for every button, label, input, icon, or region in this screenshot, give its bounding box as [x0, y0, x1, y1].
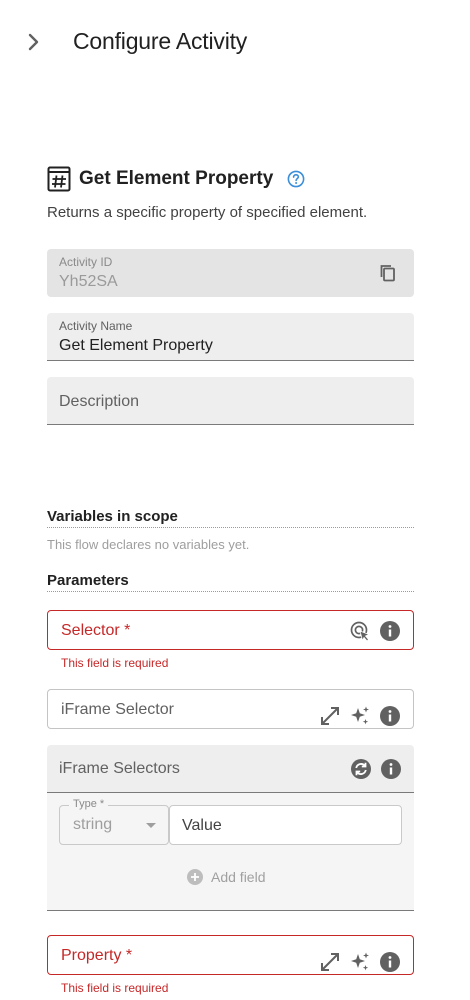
selector-label: Selector *	[61, 622, 131, 639]
variables-note: This flow declares no variables yet.	[47, 537, 250, 552]
panel-header: Configure Activity	[0, 0, 470, 84]
copy-icon[interactable]	[378, 263, 398, 283]
info-icon[interactable]	[379, 620, 401, 642]
sync-icon[interactable]	[350, 758, 372, 780]
activity-header: Get Element Property	[47, 165, 305, 193]
type-select[interactable]: Type * string	[59, 798, 169, 845]
type-value: string	[73, 816, 113, 833]
caret-down-icon[interactable]	[146, 823, 156, 828]
target-cursor-icon[interactable]	[349, 620, 371, 642]
info-icon[interactable]	[379, 951, 401, 973]
property-field[interactable]: Property *	[47, 935, 414, 975]
iframe-selectors-label: iFrame Selectors	[59, 760, 180, 777]
add-circle-icon	[187, 869, 203, 885]
activity-name-field[interactable]: Activity Name Get Element Property	[47, 313, 414, 361]
parameters-section-title: Parameters	[47, 572, 414, 592]
variables-section-title: Variables in scope	[47, 508, 414, 528]
selector-field[interactable]: Selector *	[47, 610, 414, 650]
expand-icon[interactable]	[319, 705, 341, 727]
activity-description: Returns a specific property of specified…	[47, 204, 368, 221]
activity-name-label: Activity Name	[59, 319, 133, 333]
description-placeholder: Description	[59, 393, 140, 410]
iframe-selector-label: iFrame Selector	[61, 701, 174, 718]
type-label: Type *	[69, 798, 109, 810]
info-icon[interactable]	[379, 705, 401, 727]
chevron-right-icon[interactable]	[24, 30, 44, 54]
property-error: This field is required	[61, 981, 169, 995]
add-field-button[interactable]: Add field	[187, 869, 265, 885]
property-label: Property *	[61, 947, 133, 964]
selector-error: This field is required	[61, 656, 169, 670]
expand-icon[interactable]	[319, 951, 341, 973]
iframe-selector-field[interactable]: iFrame Selector	[47, 689, 414, 729]
info-icon[interactable]	[380, 758, 402, 780]
activity-title: Get Element Property	[79, 168, 274, 189]
add-field-label: Add field	[211, 869, 266, 885]
help-circle-icon[interactable]	[287, 170, 305, 188]
activity-name-value[interactable]: Get Element Property	[59, 337, 213, 355]
iframe-selectors-header: iFrame Selectors	[47, 745, 414, 793]
sparkle-icon[interactable]	[349, 951, 371, 973]
page-title: Configure Activity	[73, 28, 248, 54]
value-placeholder: Value	[182, 817, 222, 834]
hash-icon	[47, 166, 71, 192]
value-input[interactable]: Value	[169, 805, 402, 845]
iframe-selectors-body: Type * string Value Add field	[47, 793, 414, 911]
activity-id-field: Activity ID Yh52SA	[47, 249, 414, 297]
description-field[interactable]: Description	[47, 377, 414, 425]
sparkle-icon[interactable]	[349, 705, 371, 727]
activity-id-value: Yh52SA	[59, 273, 118, 290]
activity-id-label: Activity ID	[59, 255, 113, 269]
